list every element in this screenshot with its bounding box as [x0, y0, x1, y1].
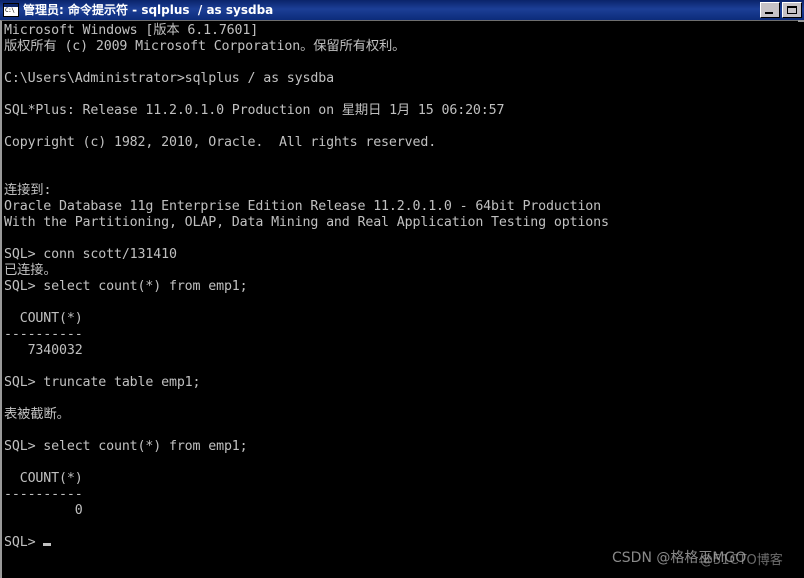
terminal-line-text: SQL>: [4, 535, 44, 550]
command-prompt-window: 管理员: 命令提示符 - sqlplus / as sysdba Microso…: [0, 0, 804, 578]
terminal-line: SQL> truncate table emp1;: [4, 375, 201, 390]
terminal-line: 0: [4, 503, 83, 518]
terminal-line: SQL>: [4, 535, 802, 551]
window-titlebar[interactable]: 管理员: 命令提示符 - sqlplus / as sysdba: [0, 0, 804, 20]
terminal-line: Oracle Database 11g Enterprise Edition R…: [4, 199, 602, 214]
terminal-line: SQL> conn scott/131410: [4, 247, 177, 262]
terminal-line: ----------: [4, 487, 83, 502]
terminal-line: ----------: [4, 327, 83, 342]
terminal-line: SQL> select count(*) from emp1;: [4, 279, 248, 294]
terminal-line: SQL*Plus: Release 11.2.0.1.0 Production …: [4, 103, 505, 118]
window-title: 管理员: 命令提示符 - sqlplus / as sysdba: [23, 3, 274, 17]
window-controls: [760, 2, 804, 18]
terminal-line: 表被截断。: [4, 407, 70, 422]
minimize-button[interactable]: [760, 2, 780, 18]
terminal-line: COUNT(*): [4, 311, 83, 326]
terminal-line: 版权所有 (c) 2009 Microsoft Corporation。保留所有…: [4, 39, 406, 54]
window-border-nub: [798, 20, 804, 22]
maximize-icon: [787, 6, 797, 14]
terminal-line: C:\Users\Administrator>sqlplus / as sysd…: [4, 71, 334, 86]
terminal-line: COUNT(*): [4, 471, 83, 486]
terminal-output-area[interactable]: Microsoft Windows [版本 6.1.7601] 版权所有 (c) …: [0, 20, 804, 578]
maximize-button[interactable]: [782, 2, 802, 18]
terminal-line: 7340032: [4, 343, 83, 358]
minimize-icon: [765, 12, 773, 14]
terminal-line: 连接到:: [4, 183, 52, 198]
terminal-line: SQL> select count(*) from emp1;: [4, 439, 248, 454]
command-prompt-icon: [3, 3, 19, 17]
terminal-line: Copyright (c) 1982, 2010, Oracle. All ri…: [4, 135, 437, 150]
terminal-line: 已连接。: [4, 263, 57, 278]
terminal-line: Microsoft Windows [版本 6.1.7601]: [4, 23, 259, 38]
terminal-line: With the Partitioning, OLAP, Data Mining…: [4, 215, 609, 230]
terminal-screen: Microsoft Windows [版本 6.1.7601] 版权所有 (c) …: [2, 21, 802, 551]
terminal-cursor: [43, 543, 52, 546]
